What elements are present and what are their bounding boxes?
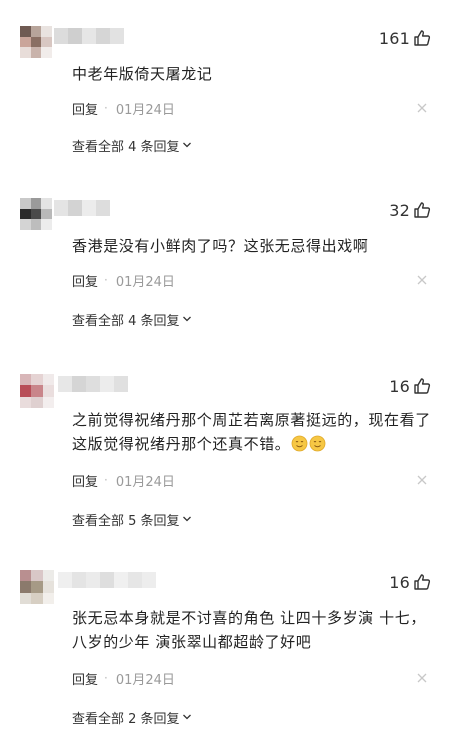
comment-text: 张无忌本身就是不讨喜的角色 让四十多岁演 十七，八岁的少年 演张翠山都超龄了好吧	[72, 609, 426, 651]
comment-text: 中老年版倚天屠龙记	[72, 65, 213, 83]
username-blurred[interactable]	[58, 572, 156, 588]
thumbs-up-icon	[413, 573, 431, 591]
comment-text-block: 之前觉得祝绪丹那个周芷若离原著挺远的，现在看了这版觉得祝绪丹那个还真不错。	[72, 408, 440, 456]
comment-meta: 回复 · 01月24日	[72, 271, 175, 290]
view-all-replies-link[interactable]: 查看全部 2 条回复	[72, 708, 192, 727]
view-all-replies-link[interactable]: 查看全部 5 条回复	[72, 510, 192, 529]
view-all-replies-link[interactable]: 查看全部 4 条回复	[72, 310, 192, 329]
comment-date: 01月24日	[115, 102, 175, 118]
reply-button[interactable]: 回复	[72, 471, 98, 490]
like-button[interactable]: 16	[389, 374, 431, 398]
thumbs-up-icon	[413, 29, 431, 47]
like-count: 32	[389, 200, 410, 220]
reply-button[interactable]: 回复	[72, 669, 98, 688]
chevron-down-icon	[182, 712, 192, 722]
like-button[interactable]: 16	[389, 570, 431, 594]
avatar[interactable]	[20, 374, 54, 408]
username-blurred[interactable]	[54, 28, 124, 44]
close-icon[interactable]	[416, 102, 428, 114]
view-all-replies-label: 查看全部 4 条回复	[72, 139, 180, 155]
close-icon[interactable]	[416, 672, 428, 684]
comment-date: 01月24日	[115, 274, 175, 290]
thumbs-up-icon	[413, 201, 431, 219]
slightly-smiling-face-icon	[291, 435, 308, 452]
comment-meta: 回复 · 01月24日	[72, 669, 175, 688]
view-all-replies-link[interactable]: 查看全部 4 条回复	[72, 136, 192, 155]
close-icon[interactable]	[416, 474, 428, 486]
meta-separator: ·	[104, 473, 108, 487]
username-blurred[interactable]	[58, 376, 128, 392]
slightly-smiling-face-icon	[309, 435, 326, 452]
avatar[interactable]	[20, 198, 52, 230]
like-button[interactable]: 32	[389, 198, 431, 222]
comment-meta: 回复 · 01月24日	[72, 471, 175, 490]
username-blurred[interactable]	[54, 200, 110, 216]
comment-date: 01月24日	[115, 474, 175, 490]
reply-button[interactable]: 回复	[72, 99, 98, 118]
chevron-down-icon	[182, 314, 192, 324]
comment-meta: 回复 · 01月24日	[72, 99, 175, 118]
chevron-down-icon	[182, 140, 192, 150]
view-all-replies-label: 查看全部 4 条回复	[72, 313, 180, 329]
meta-separator: ·	[104, 101, 108, 115]
view-all-replies-label: 查看全部 5 条回复	[72, 513, 180, 529]
like-count: 16	[389, 376, 410, 396]
like-count: 16	[389, 572, 410, 592]
like-count: 161	[378, 28, 410, 48]
thumbs-up-icon	[413, 377, 431, 395]
close-icon[interactable]	[416, 274, 428, 286]
meta-separator: ·	[104, 273, 108, 287]
comment-text: 之前觉得祝绪丹那个周芷若离原著挺远的，现在看了这版觉得祝绪丹那个还真不错。	[72, 411, 431, 453]
chevron-down-icon	[182, 514, 192, 524]
comment-date: 01月24日	[115, 672, 175, 688]
comment-text: 香港是没有小鲜肉了吗？这张无忌得出戏啊	[72, 237, 369, 255]
avatar[interactable]	[20, 570, 54, 604]
meta-separator: ·	[104, 671, 108, 685]
reply-button[interactable]: 回复	[72, 271, 98, 290]
view-all-replies-label: 查看全部 2 条回复	[72, 711, 180, 727]
avatar[interactable]	[20, 26, 52, 58]
like-button[interactable]: 161	[379, 26, 431, 50]
